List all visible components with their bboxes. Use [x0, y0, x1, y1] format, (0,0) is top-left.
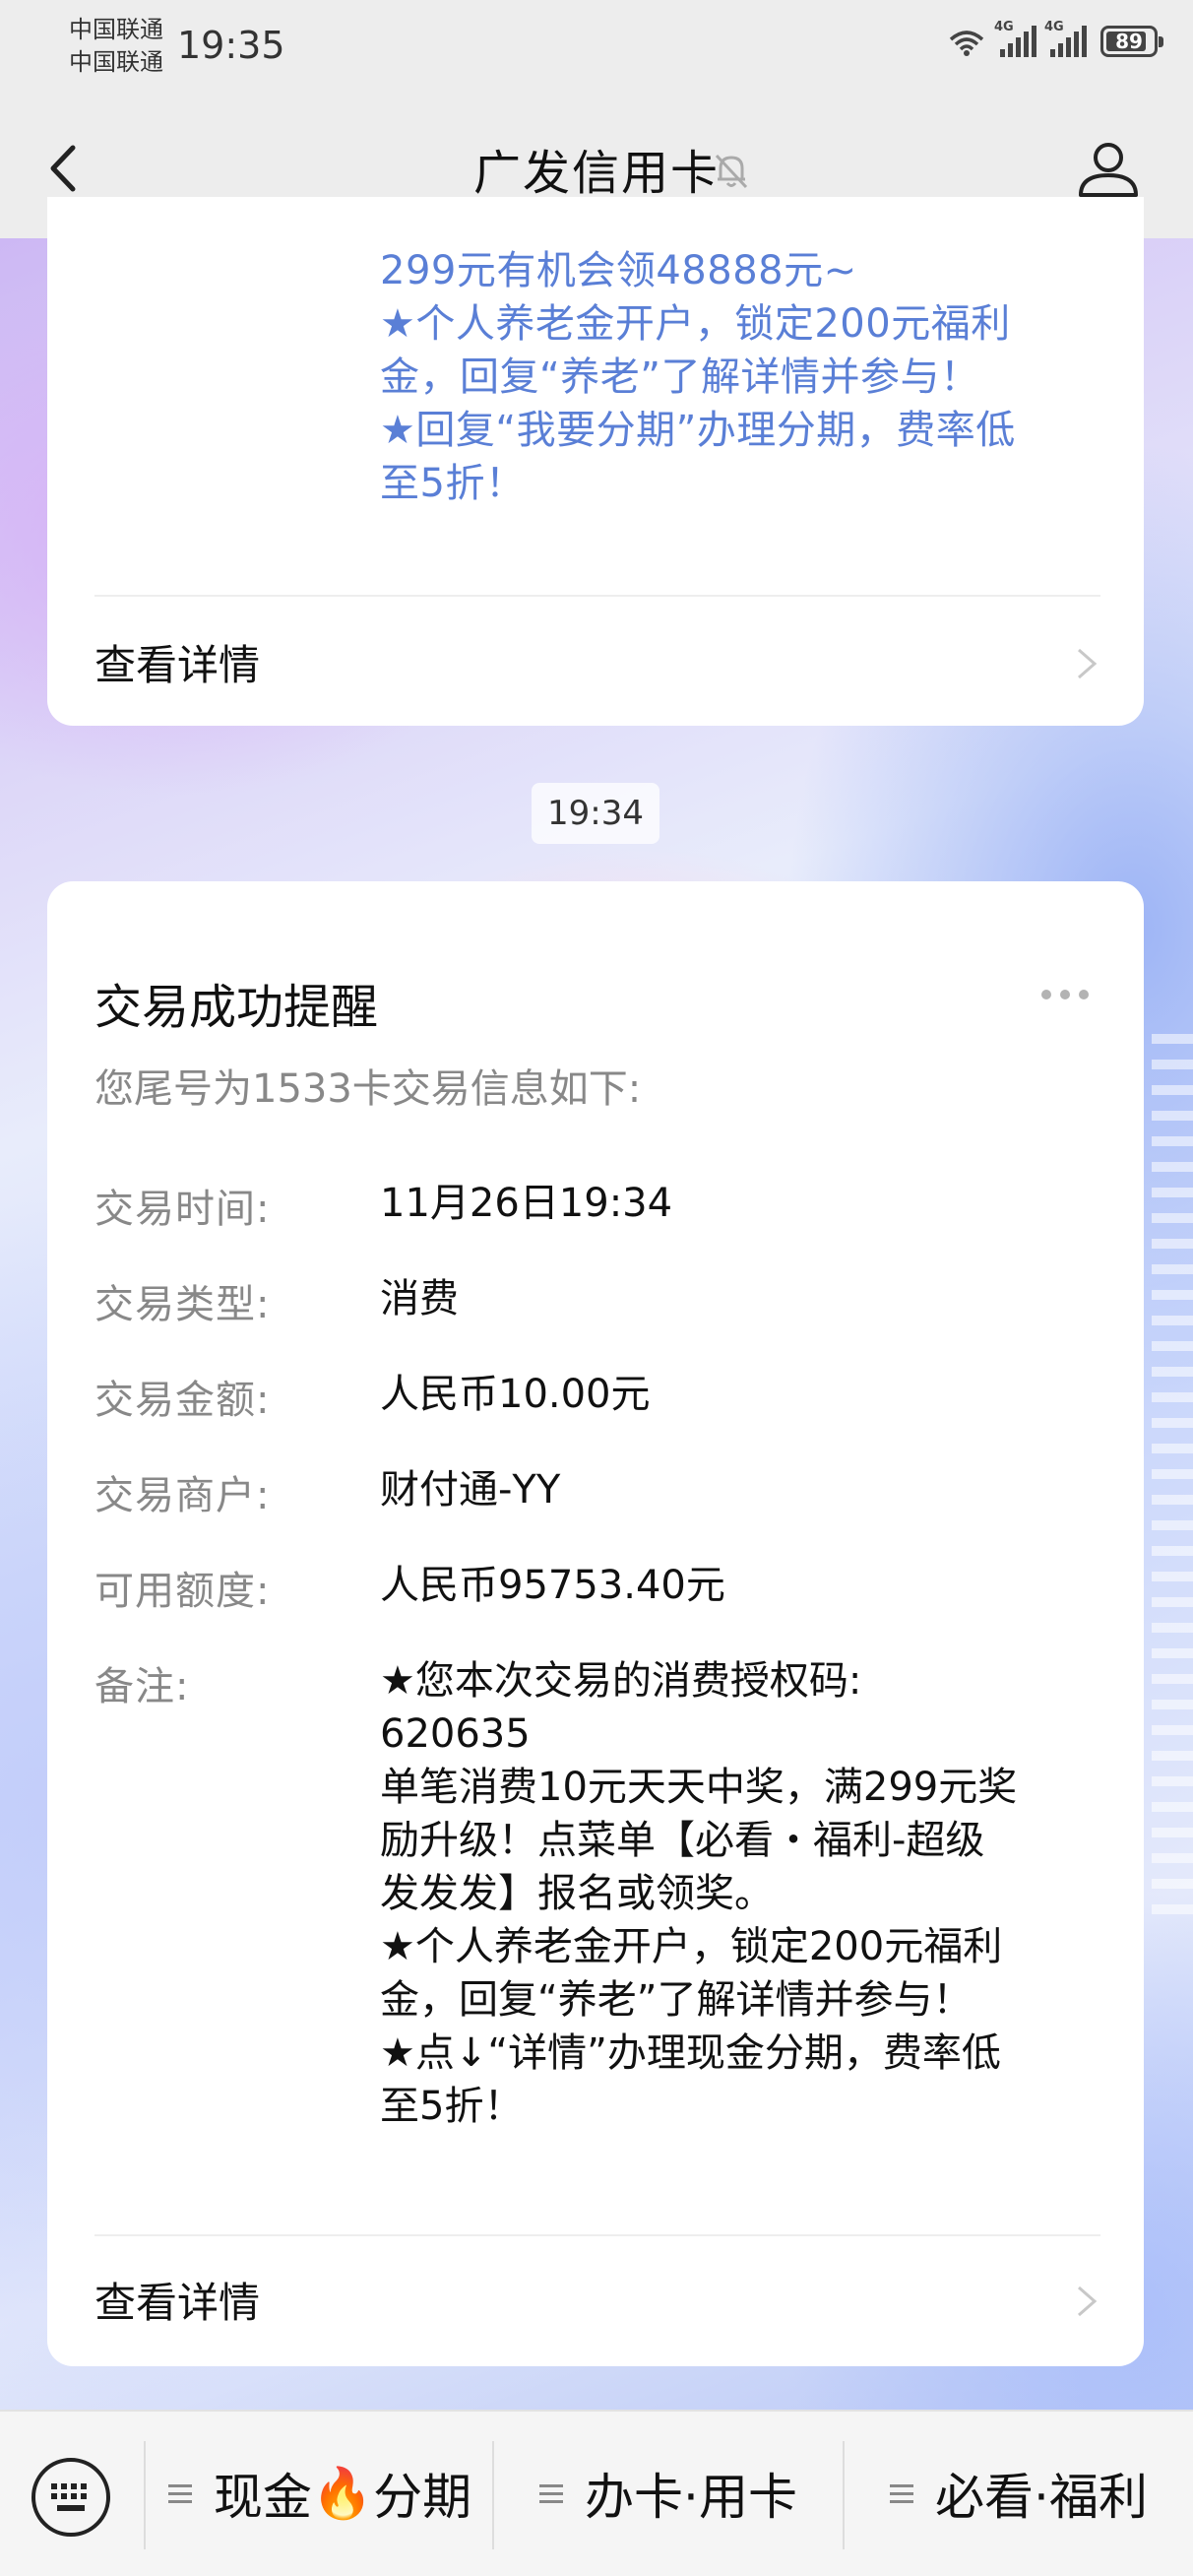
wifi-icon [949, 31, 984, 56]
carrier-labels: 中国联通 中国联通 [69, 14, 163, 79]
chevron-right-icon [1078, 2286, 1098, 2317]
row-value: 人民币95753.40元 [380, 1563, 725, 1608]
battery-icon: 89 [1100, 26, 1163, 57]
card-title: 交易成功提醒 [94, 980, 379, 1035]
more-options-icon[interactable] [1041, 990, 1089, 999]
view-details-label: 查看详情 [94, 640, 261, 689]
message-card-promo: 299元有机会领48888元~ ★个人养老金开户，锁定200元福利 金，回复“养… [47, 197, 1144, 726]
menu-lines-icon [890, 2483, 914, 2503]
row-label: 备注: [94, 1664, 190, 1709]
row-value: 11月26日19:34 [380, 1181, 673, 1226]
menu-label: 现金 [213, 2469, 312, 2526]
card-divider [94, 595, 1100, 597]
network-type-2: 4G [1044, 20, 1064, 34]
promo-line: ★个人养老金开户，锁定200元福利 [380, 301, 1011, 347]
row-value: 消费 [380, 1276, 459, 1321]
profile-icon[interactable] [1073, 134, 1144, 205]
remark-line: 620635 [380, 1711, 531, 1757]
menu-lines-icon [539, 2483, 564, 2503]
view-details-label: 查看详情 [94, 2278, 261, 2327]
menu-label: 必看·福利 [935, 2469, 1148, 2526]
card-divider [94, 2234, 1100, 2236]
network-type-1: 4G [994, 20, 1014, 34]
status-bar: 中国联通 中国联通 19:35 4G 4G 89 [0, 0, 1193, 98]
carrier-1: 中国联通 [69, 16, 163, 43]
muted-bell-icon [715, 154, 748, 189]
promo-line: 金，回复“养老”了解详情并参与！ [380, 354, 980, 400]
card-subtitle: 您尾号为1533卡交易信息如下: [94, 1066, 642, 1112]
message-card-transaction: 交易成功提醒 您尾号为1533卡交易信息如下: 交易时间: 11月26日19:3… [47, 881, 1144, 2366]
page-title: 广发信用卡 [472, 146, 720, 201]
fire-emoji: 🔥 [311, 2464, 374, 2522]
row-label: 交易商户: [94, 1473, 271, 1518]
menu-separator [144, 2441, 146, 2549]
menu-card-application[interactable]: 办卡·用卡 [494, 2439, 843, 2547]
remark-line: 励升级！点菜单【必看・福利-超级 [380, 1818, 985, 1863]
remark-line: 金，回复“养老”了解详情并参与！ [380, 1977, 973, 2023]
promo-line: 至5折！ [380, 461, 526, 506]
menu-must-see-benefits[interactable]: 必看·福利 [845, 2439, 1193, 2547]
remark-line: 发发发】报名或领奖。 [380, 1871, 774, 1916]
bottom-menu-bar: 现金 🔥 分期 办卡·用卡 必看·福利 [0, 2410, 1193, 2576]
row-label: 可用额度: [94, 1569, 271, 1614]
row-value: 财付通-YY [380, 1467, 561, 1513]
row-label: 交易类型: [94, 1282, 271, 1327]
signal-icon-2: 4G [1044, 20, 1087, 57]
promo-line: ★回复“我要分期”办理分期，费率低 [380, 408, 1016, 453]
message-timestamp: 19:34 [532, 783, 659, 844]
menu-lines-icon [167, 2483, 192, 2503]
keyboard-icon[interactable] [30, 2456, 112, 2539]
chevron-right-icon [1078, 648, 1098, 679]
menu-label: 办卡·用卡 [585, 2469, 797, 2526]
promo-message-text: 299元有机会领48888元~ ★个人养老金开户，锁定200元福利 金，回复“养… [380, 244, 1099, 510]
row-label: 交易时间: [94, 1187, 271, 1232]
remark-line: ★点↓“详情”办理现金分期，费率低 [380, 2030, 1001, 2076]
background-stripes [1152, 1034, 1193, 1920]
status-time: 19:35 [177, 24, 285, 67]
signal-icon-1: 4G [994, 20, 1036, 57]
remark-line: 单笔消费10元天天中奖，满299元奖 [380, 1765, 1018, 1810]
menu-cash-installment[interactable]: 现金 🔥 分期 [148, 2439, 492, 2547]
remark-line: ★您本次交易的消费授权码: [380, 1658, 862, 1704]
view-details-link[interactable]: 查看详情 [94, 622, 1100, 701]
promo-line: 299元有机会领48888元~ [380, 248, 857, 293]
carrier-2: 中国联通 [69, 48, 163, 76]
row-label: 交易金额: [94, 1378, 271, 1423]
view-details-link[interactable]: 查看详情 [94, 2260, 1100, 2339]
remark-line: ★个人养老金开户，锁定200元福利 [380, 1924, 1003, 1969]
battery-level: 89 [1115, 30, 1143, 53]
row-value-amount: 人民币10.00元 [380, 1372, 651, 1417]
remark-line: 至5折！ [380, 2084, 524, 2129]
menu-label: 分期 [373, 2469, 472, 2526]
remark-text: ★您本次交易的消费授权码: 620635 单笔消费10元天天中奖，满299元奖 … [380, 1654, 1099, 2133]
status-icons: 4G 4G 89 [947, 20, 1163, 57]
